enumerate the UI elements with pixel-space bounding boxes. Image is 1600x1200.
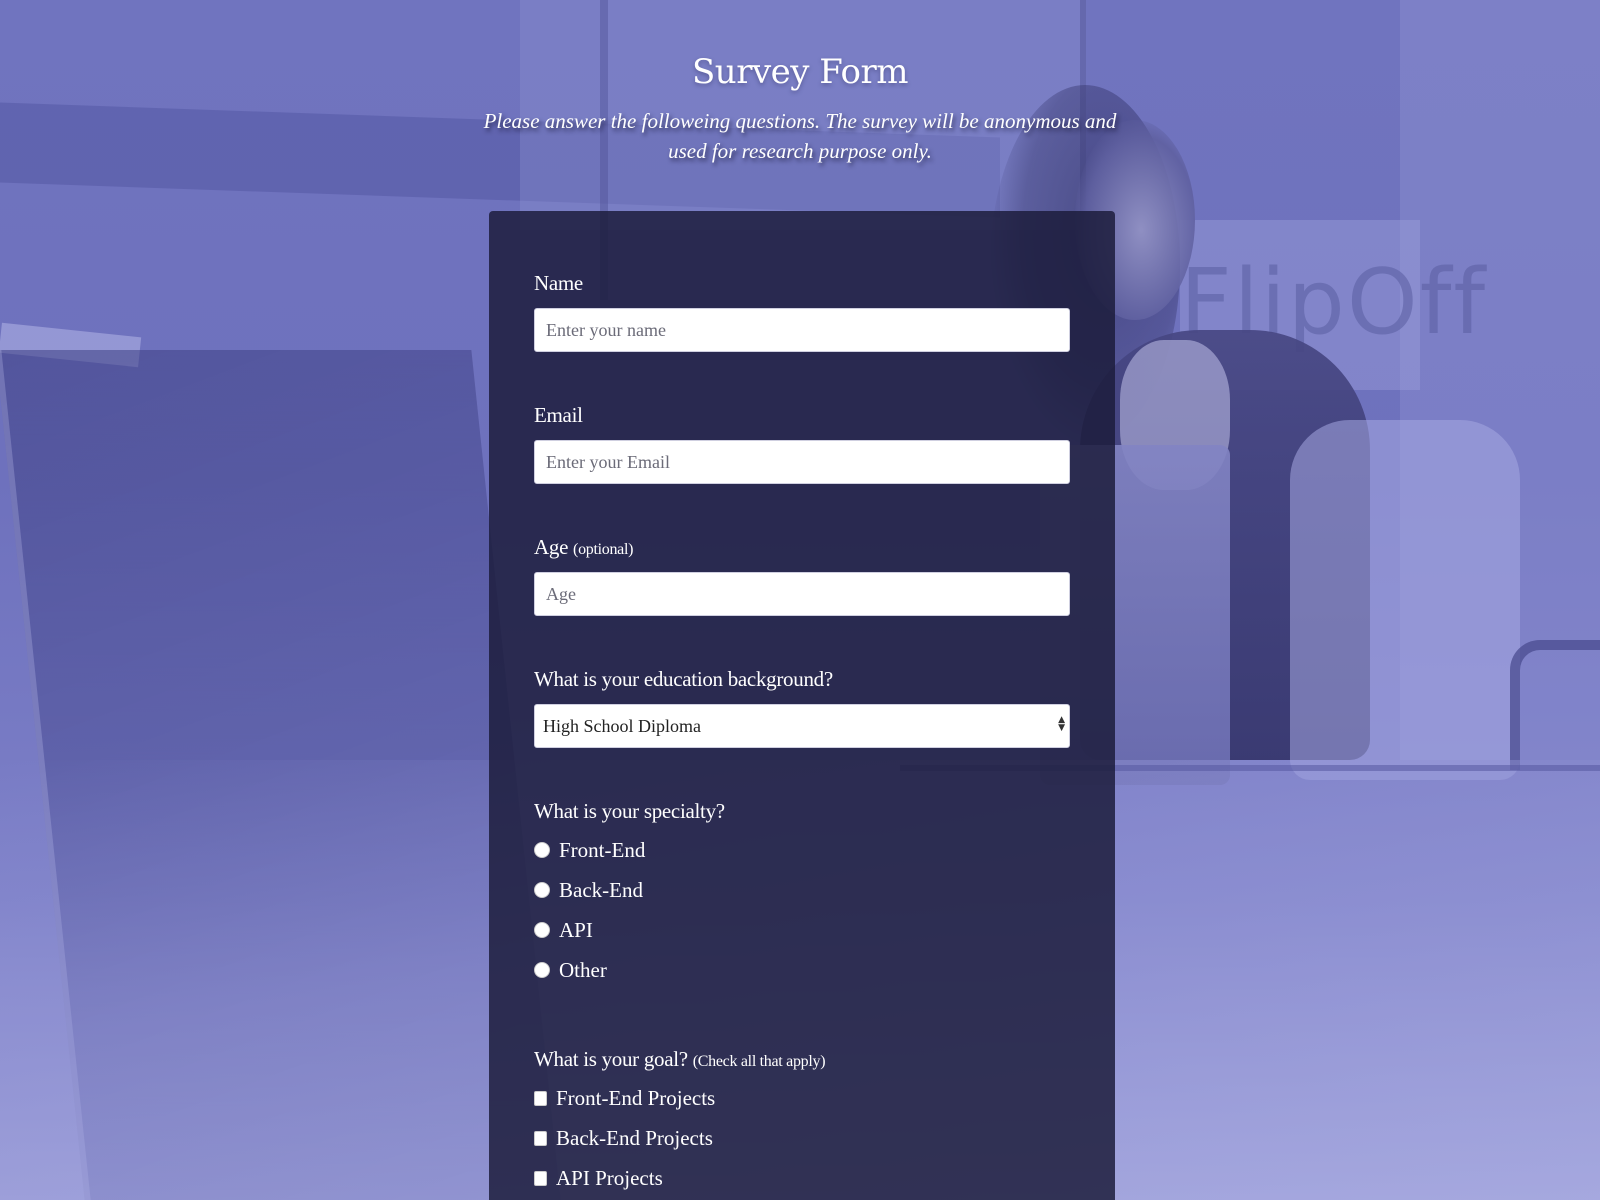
goal-label-text: What is your goal?: [534, 1047, 688, 1071]
goal-option-back-end-projects[interactable]: Back-End Projects: [534, 1118, 1070, 1158]
name-group: Name: [534, 271, 1070, 352]
goal-label: What is your goal? (Check all that apply…: [534, 1047, 1070, 1072]
goal-options: Front-End Projects Back-End Projects API…: [534, 1078, 1070, 1198]
goal-option-label: API Projects: [556, 1165, 663, 1190]
specialty-option-label: Front-End: [559, 837, 646, 862]
checkbox[interactable]: [534, 1130, 547, 1146]
goal-option-front-end-projects[interactable]: Front-End Projects: [534, 1078, 1070, 1118]
radio-button[interactable]: [534, 882, 550, 898]
specialty-option-other[interactable]: Other: [534, 950, 1070, 990]
goal-option-api-projects[interactable]: API Projects: [534, 1158, 1070, 1198]
radio-button[interactable]: [534, 962, 550, 978]
page-title: Survey Form: [692, 52, 908, 92]
specialty-option-label: Back-End: [559, 877, 643, 902]
email-label: Email: [534, 403, 583, 427]
background-chair: [1290, 420, 1520, 780]
age-input[interactable]: [534, 572, 1070, 616]
specialty-group: What is your specialty? Front-End Back-E…: [534, 799, 1070, 990]
age-optional-clue: (optional): [573, 541, 634, 558]
age-group: Age (optional): [534, 535, 1070, 616]
name-label: Name: [534, 271, 583, 295]
specialty-options: Front-End Back-End API Other: [534, 830, 1070, 990]
name-input[interactable]: [534, 308, 1070, 352]
select-arrows-icon: ▲ ▼: [1058, 715, 1065, 733]
specialty-label: What is your specialty?: [534, 799, 725, 823]
specialty-option-label: Other: [559, 957, 607, 982]
survey-form: Name Email Age (optional) What is your e…: [489, 211, 1115, 1200]
email-input[interactable]: [534, 440, 1070, 484]
education-select[interactable]: High School Diploma ▲ ▼: [534, 704, 1070, 748]
page-description: Please answer the followeing questions. …: [483, 109, 1117, 163]
education-label: What is your education background?: [534, 667, 833, 691]
goal-group: What is your goal? (Check all that apply…: [534, 1047, 1070, 1198]
education-group: What is your education background? High …: [534, 667, 1070, 748]
checkbox[interactable]: [534, 1090, 547, 1106]
specialty-option-api[interactable]: API: [534, 910, 1070, 950]
specialty-option-label: API: [559, 917, 593, 942]
education-selected-value: High School Diploma: [543, 715, 701, 736]
radio-button[interactable]: [534, 842, 550, 858]
goal-option-label: Back-End Projects: [556, 1125, 713, 1150]
age-label-text: Age: [534, 535, 569, 559]
checkbox[interactable]: [534, 1170, 547, 1186]
goal-option-label: Front-End Projects: [556, 1085, 716, 1110]
radio-button[interactable]: [534, 922, 550, 938]
age-label: Age (optional): [534, 535, 1070, 560]
background-chair-arm: [1510, 640, 1600, 770]
specialty-option-front-end[interactable]: Front-End: [534, 830, 1070, 870]
goal-clue: (Check all that apply): [692, 1053, 826, 1070]
page-header: Survey Form Please answer the followeing…: [0, 52, 1600, 166]
email-group: Email: [534, 403, 1070, 484]
specialty-option-back-end[interactable]: Back-End: [534, 870, 1070, 910]
